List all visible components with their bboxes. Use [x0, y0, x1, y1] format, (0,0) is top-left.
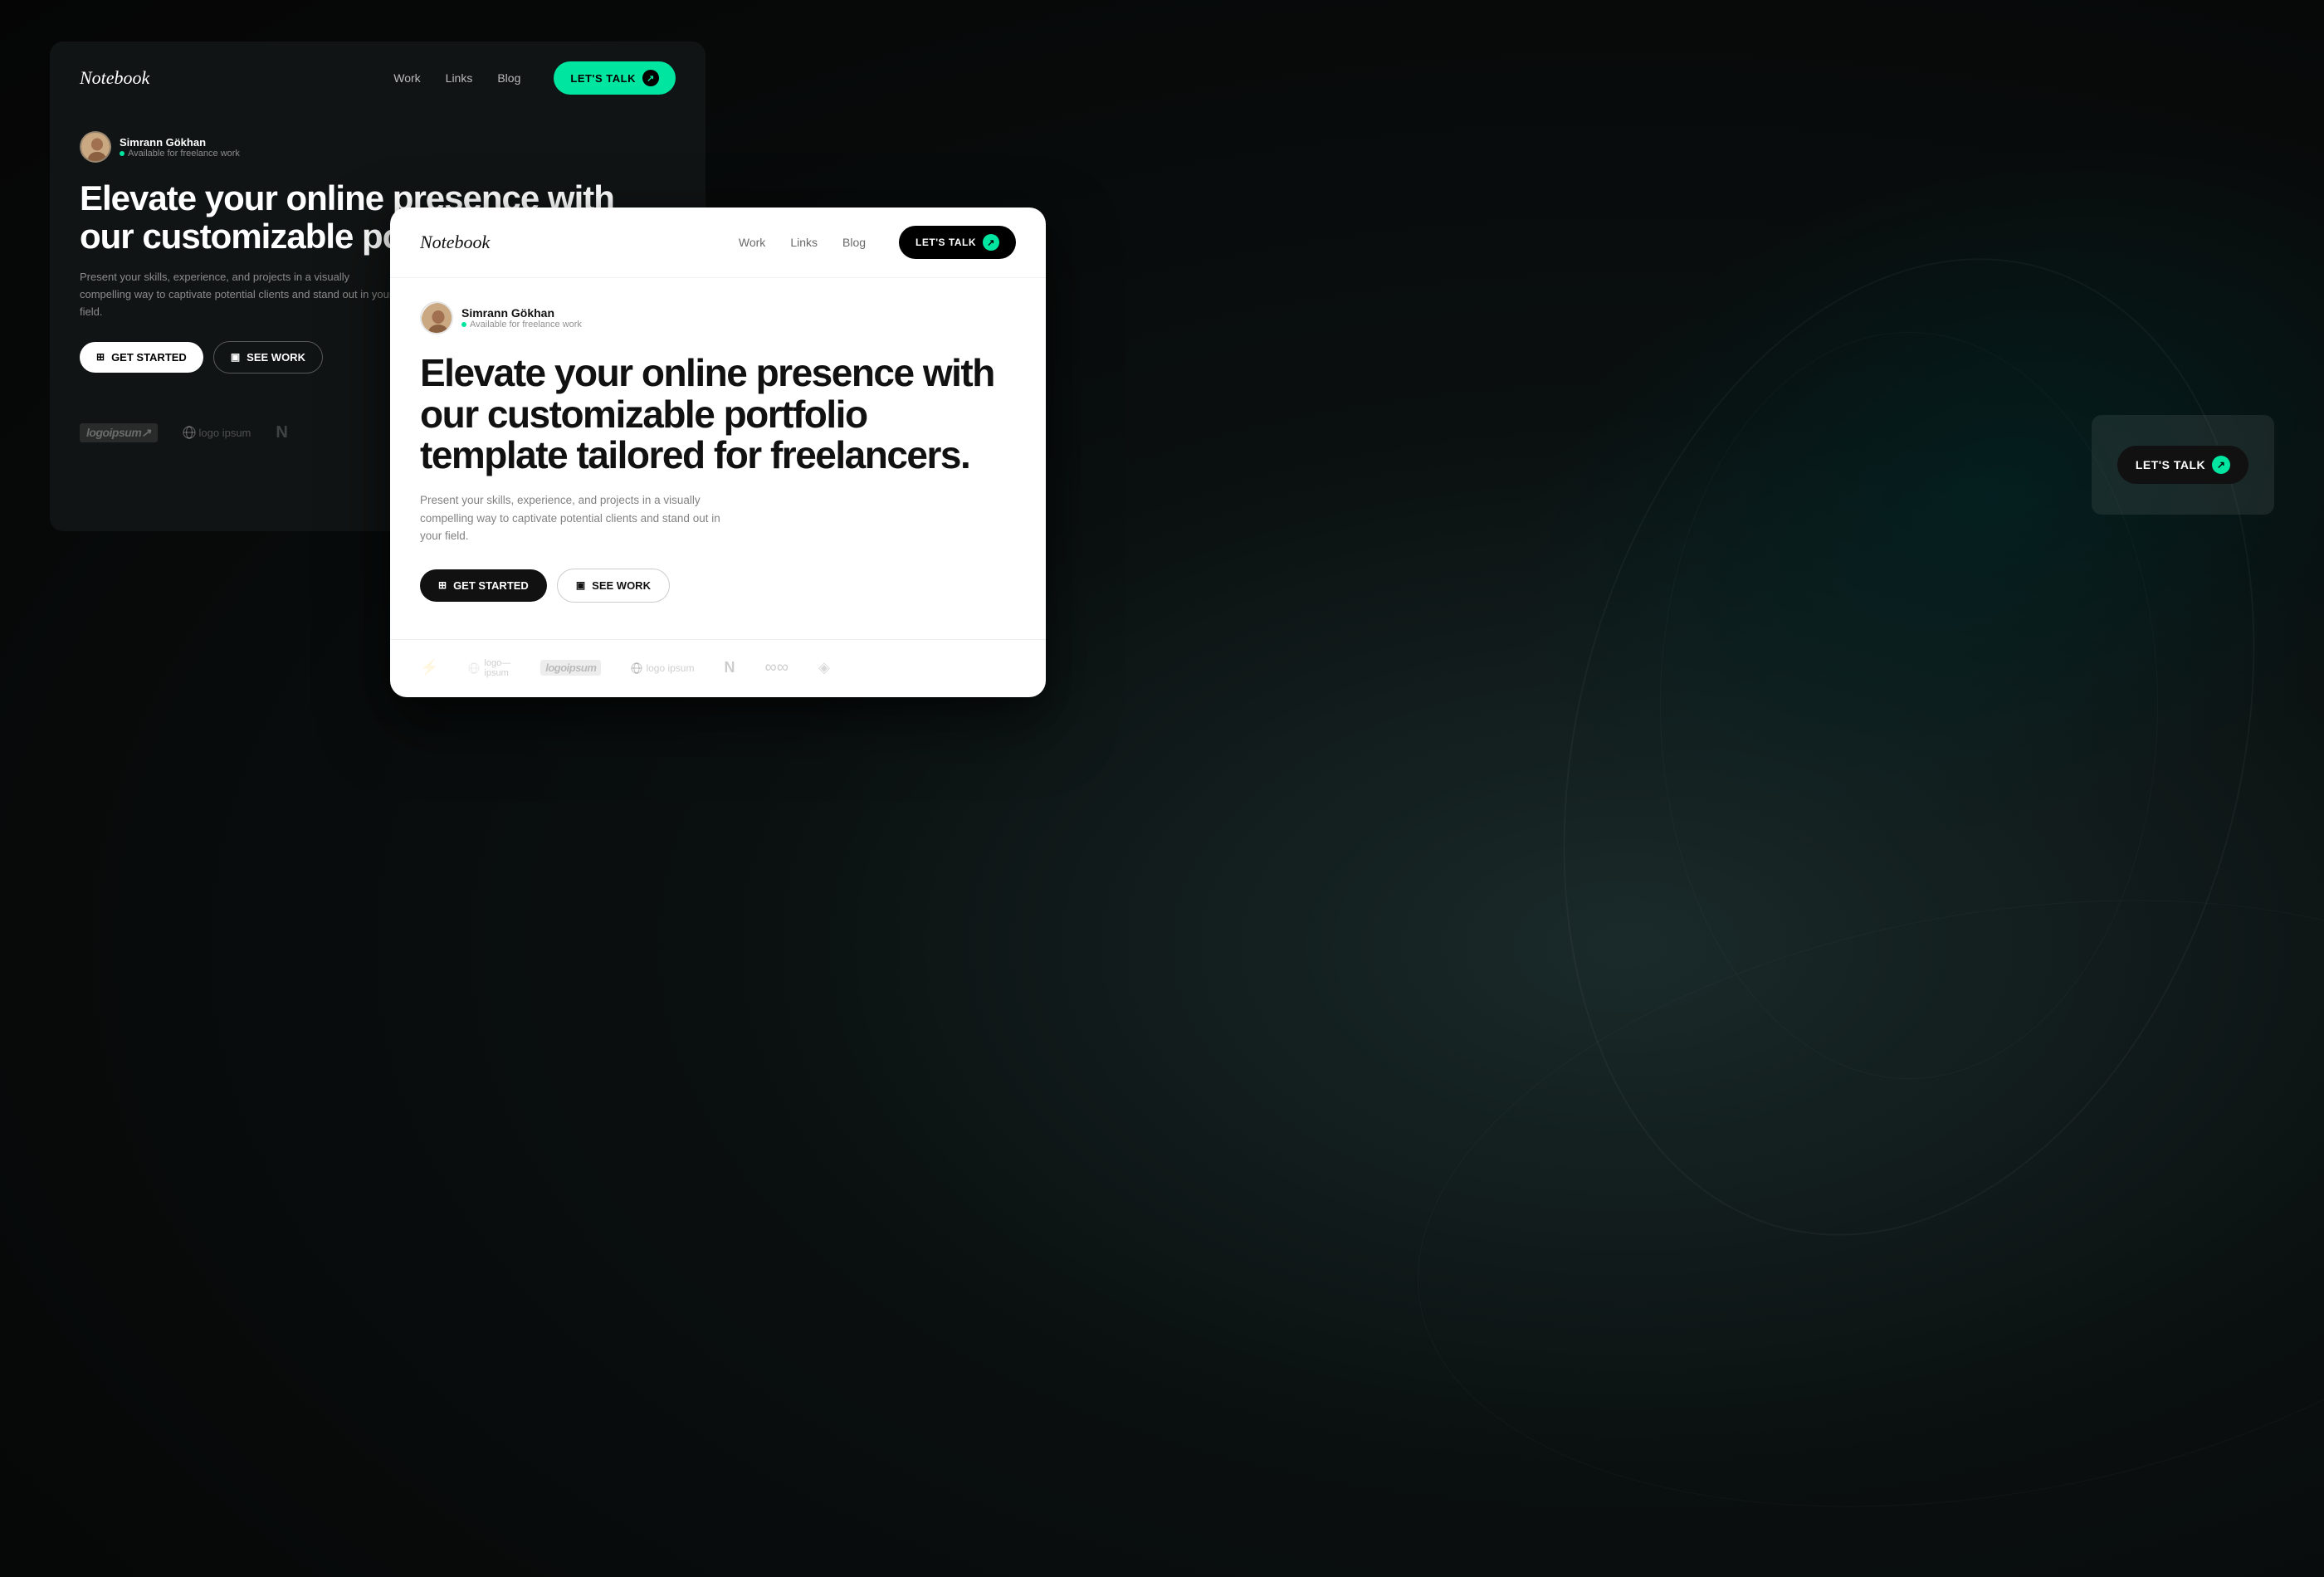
- light-logo-item-4: logo ipsum: [631, 662, 694, 674]
- dark-lets-talk-label: LET'S TALK: [570, 72, 636, 85]
- light-logos-section: ⚡ logo—ipsum logoipsum logo ipsum N ∞∞ ◈: [390, 639, 1046, 696]
- dark-nav-links[interactable]: Links: [446, 71, 473, 85]
- light-see-work-label: SEE WORK: [592, 579, 651, 592]
- dark-nav-work[interactable]: Work: [393, 71, 420, 85]
- light-get-started-button[interactable]: ⊞ GET STARTED: [420, 569, 547, 602]
- light-logo-item-6: ∞∞: [764, 658, 788, 677]
- light-nav-blog[interactable]: Blog: [842, 236, 866, 249]
- dark-status-text: Available for freelance work: [128, 149, 240, 159]
- dark-author-name: Simrann Gökhan: [120, 136, 240, 149]
- light-avatar: [420, 301, 453, 334]
- light-nav-work[interactable]: Work: [739, 236, 765, 249]
- light-nav-links: Work Links Blog: [739, 236, 866, 249]
- light-calendar-icon: ⊞: [438, 579, 447, 591]
- light-logo-item-1: ⚡: [420, 659, 438, 676]
- light-cta-row: ⊞ GET STARTED ▣ SEE WORK: [420, 569, 1016, 603]
- right-arrow-icon: ↗: [2212, 456, 2230, 474]
- light-author-name: Simrann Gökhan: [461, 306, 582, 320]
- light-logo-item-2: logo—ipsum: [468, 658, 510, 678]
- dark-navbar: Notebook Work Links Blog LET'S TALK ↗: [50, 42, 706, 115]
- dark-avatar-face: [81, 131, 110, 163]
- light-avatar-row: Simrann Gökhan Available for freelance w…: [420, 301, 1016, 334]
- light-author-info: Simrann Gökhan Available for freelance w…: [461, 306, 582, 330]
- dark-author-status: Available for freelance work: [120, 149, 240, 159]
- light-status-text: Available for freelance work: [470, 320, 582, 330]
- dark-logo-3: N: [276, 423, 287, 442]
- light-author-status: Available for freelance work: [461, 320, 582, 330]
- light-get-started-label: GET STARTED: [453, 579, 529, 592]
- dark-status-dot: [120, 151, 124, 156]
- light-card: Notebook Work Links Blog LET'S TALK ↗: [390, 208, 1046, 697]
- right-lets-talk-label: LET'S TALK: [2136, 458, 2205, 471]
- light-see-work-button[interactable]: ▣ SEE WORK: [557, 569, 670, 603]
- dark-subtext: Present your skills, experience, and pro…: [80, 269, 395, 320]
- light-nav-links-item[interactable]: Links: [790, 236, 818, 249]
- light-headline: Elevate your online presence with our cu…: [420, 353, 1016, 476]
- dark-avatar-row: Simrann Gökhan Available for freelance w…: [80, 131, 676, 163]
- light-lets-talk-button[interactable]: LET'S TALK ↗: [899, 226, 1016, 259]
- light-logo-item-3: logoipsum: [540, 660, 601, 676]
- dark-calendar-icon: ⊞: [96, 351, 105, 363]
- dark-avatar: [80, 131, 111, 163]
- dark-arrow-icon: ↗: [642, 70, 659, 86]
- dark-get-started-button[interactable]: ⊞ GET STARTED: [80, 342, 203, 373]
- light-subtext: Present your skills, experience, and pro…: [420, 491, 727, 545]
- light-navbar: Notebook Work Links Blog LET'S TALK ↗: [390, 208, 1046, 278]
- light-logo[interactable]: Notebook: [420, 232, 706, 253]
- light-logo-item-5: N: [724, 659, 735, 676]
- dark-logo-1: logoipsum↗: [80, 423, 158, 442]
- dark-monitor-icon: ▣: [231, 351, 240, 363]
- light-status-dot: [461, 322, 466, 327]
- light-logo-item-7: ◈: [818, 659, 830, 676]
- dark-lets-talk-button[interactable]: LET'S TALK ↗: [554, 61, 676, 95]
- light-monitor-icon: ▣: [576, 579, 585, 591]
- dark-see-work-label: SEE WORK: [247, 351, 305, 364]
- light-lets-talk-label: LET'S TALK: [915, 237, 976, 248]
- light-arrow-icon: ↗: [983, 234, 999, 251]
- light-avatar-face: [422, 303, 453, 334]
- dark-author-info: Simrann Gökhan Available for freelance w…: [120, 136, 240, 159]
- right-lets-talk-button[interactable]: LET'S TALK ↗: [2117, 446, 2248, 484]
- light-hero: Simrann Gökhan Available for freelance w…: [390, 278, 1046, 603]
- dark-nav-blog[interactable]: Blog: [497, 71, 520, 85]
- right-cta-hint: LET'S TALK ↗: [2092, 415, 2274, 515]
- dark-logo[interactable]: Notebook: [80, 67, 360, 89]
- dark-logo-2: logo ipsum: [183, 426, 251, 439]
- dark-nav-links: Work Links Blog: [393, 71, 520, 85]
- dark-get-started-label: GET STARTED: [111, 351, 187, 364]
- dark-see-work-button[interactable]: ▣ SEE WORK: [213, 341, 323, 374]
